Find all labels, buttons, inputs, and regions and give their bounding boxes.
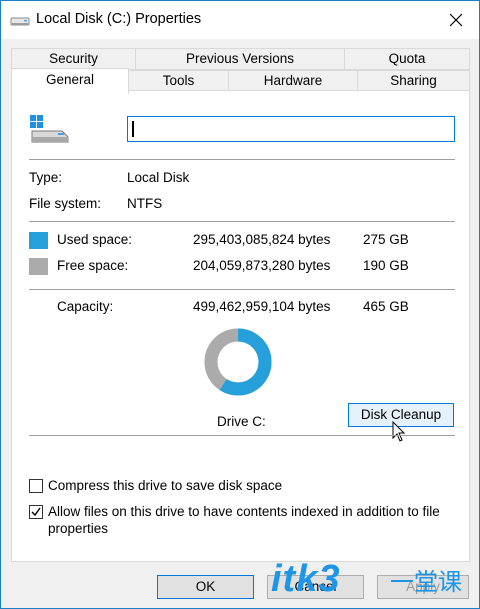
separator: [29, 159, 455, 160]
local-disk-icon: [30, 115, 69, 143]
compress-label[interactable]: Compress this drive to save disk space: [48, 478, 282, 493]
capacity-bytes: 499,462,959,104 bytes: [193, 299, 331, 314]
free-space-swatch: [29, 258, 48, 275]
tab-tools[interactable]: Tools: [128, 70, 229, 92]
tab-label: Quota: [388, 51, 426, 66]
watermark-text: itk3: [271, 558, 341, 600]
drive-label: Drive C:: [217, 414, 266, 429]
used-space-bytes: 295,403,085,824 bytes: [193, 232, 331, 247]
drive-usage-donut: [204, 328, 272, 396]
separator: [29, 435, 455, 436]
tab-label: Sharing: [390, 73, 437, 88]
compress-checkbox[interactable]: [29, 479, 43, 493]
mouse-cursor-icon: [392, 421, 406, 442]
tab-previous-versions[interactable]: Previous Versions: [135, 48, 345, 70]
watermark-suffix: 一堂课: [390, 569, 462, 596]
drive-icon: [10, 17, 30, 26]
free-space-bytes: 204,059,873,280 bytes: [193, 258, 331, 273]
tab-sharing[interactable]: Sharing: [357, 70, 470, 92]
file-system-label: File system:: [29, 196, 102, 211]
close-icon: [449, 13, 463, 27]
title-bar[interactable]: Local Disk (C:) Properties: [1, 1, 479, 39]
index-checkbox[interactable]: [29, 505, 43, 519]
general-panel: Type: Local Disk File system: NTFS Used …: [11, 90, 470, 562]
drive-name-input[interactable]: [127, 116, 455, 142]
tab-security[interactable]: Security: [11, 48, 136, 70]
used-space-size: 275 GB: [363, 232, 409, 247]
tab-label: Hardware: [263, 73, 323, 88]
capacity-label: Capacity:: [57, 299, 114, 314]
index-label-line2[interactable]: properties: [48, 521, 108, 536]
capacity-size: 465 GB: [363, 299, 409, 314]
properties-window: Local Disk (C:) Properties Security Prev…: [0, 0, 480, 609]
close-button[interactable]: [433, 1, 479, 39]
tab-strip: Security Previous Versions Quota General…: [1, 39, 479, 94]
type-value: Local Disk: [127, 170, 190, 185]
tab-hardware[interactable]: Hardware: [228, 70, 358, 92]
free-space-label: Free space:: [57, 258, 129, 273]
window-title: Local Disk (C:) Properties: [36, 11, 202, 27]
tab-label: General: [45, 72, 95, 87]
tab-label: Previous Versions: [185, 51, 295, 66]
tab-quota[interactable]: Quota: [344, 48, 470, 70]
file-system-value: NTFS: [127, 196, 163, 211]
tab-label: Tools: [162, 73, 195, 88]
used-space-label: Used space:: [57, 232, 133, 247]
ok-label: OK: [195, 579, 216, 594]
separator: [29, 289, 455, 290]
free-space-size: 190 GB: [363, 258, 409, 273]
text-caret: [132, 121, 134, 137]
separator: [29, 221, 455, 222]
tab-general[interactable]: General: [11, 68, 129, 94]
disk-cleanup-label: Disk Cleanup: [360, 407, 442, 422]
used-space-swatch: [29, 232, 48, 249]
checkmark-icon: [31, 507, 41, 517]
index-label-line1[interactable]: Allow files on this drive to have conten…: [48, 504, 440, 519]
ok-button[interactable]: OK: [157, 575, 254, 599]
tab-label: Security: [49, 51, 98, 66]
type-label: Type:: [29, 170, 63, 185]
